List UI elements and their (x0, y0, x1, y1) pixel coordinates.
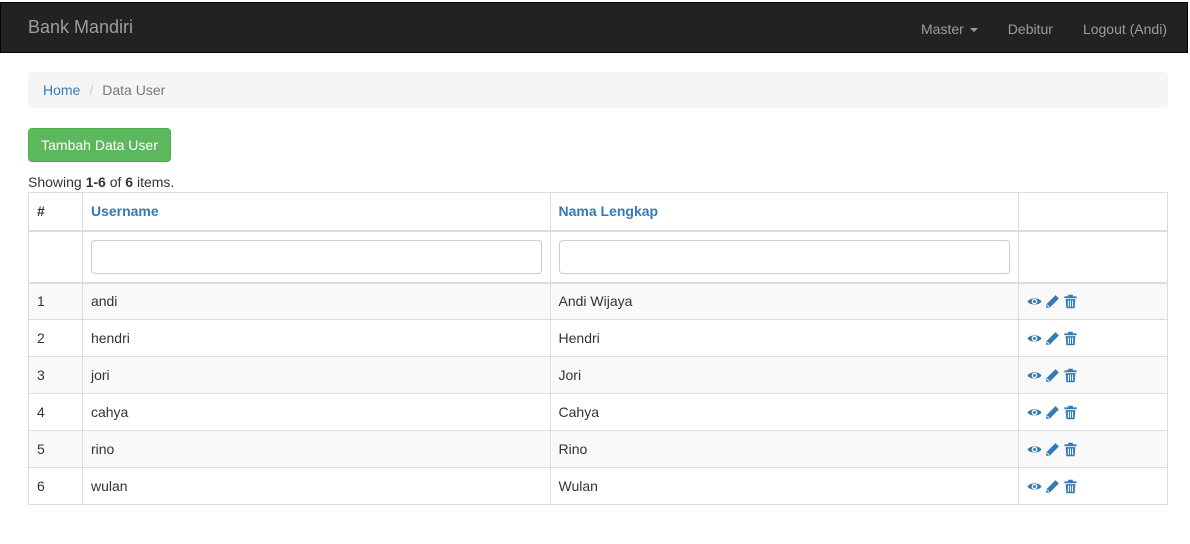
user-table: # Username Nama Lengkap 1 andi Andi Wija… (28, 192, 1168, 505)
column-header-actions (1018, 192, 1168, 232)
summary-prefix: Showing (28, 174, 86, 190)
cell-index: 1 (28, 282, 83, 320)
pencil-icon[interactable] (1045, 442, 1060, 457)
filter-cell-username (81, 230, 551, 284)
table-row: 2 hendri Hendri (28, 319, 1168, 357)
table-body: 1 andi Andi Wijaya 2 hendri Hendri 3 jor… (28, 282, 1168, 505)
caret-down-icon (969, 27, 978, 32)
trash-icon[interactable] (1063, 368, 1078, 383)
fullname-filter-input[interactable] (558, 239, 1011, 274)
nav-item-label: Master (921, 20, 964, 37)
cell-index: 5 (28, 430, 83, 468)
pencil-icon[interactable] (1045, 479, 1060, 494)
column-header-username: Username (81, 192, 551, 232)
table-header-row: # Username Nama Lengkap (28, 192, 1168, 232)
filter-cell-index (28, 230, 83, 284)
cell-actions (1018, 356, 1168, 394)
row-actions (1027, 479, 1159, 494)
top-navbar: Bank Mandiri Master Debitur Logout (Andi… (0, 2, 1188, 53)
grid-summary: Showing 1-6 of 6 items. (28, 174, 174, 190)
cell-fullname: Jori (549, 356, 1020, 394)
cell-actions (1018, 393, 1168, 431)
eye-icon[interactable] (1027, 405, 1042, 420)
nav-item-logout[interactable]: Logout (Andi) (1083, 21, 1167, 37)
trash-icon[interactable] (1063, 479, 1078, 494)
table-row: 6 wulan Wulan (28, 467, 1168, 505)
row-actions (1027, 294, 1159, 309)
cell-index: 6 (28, 467, 83, 505)
filter-cell-actions (1018, 230, 1168, 284)
cell-username: hendri (81, 319, 551, 357)
trash-icon[interactable] (1063, 442, 1078, 457)
eye-icon[interactable] (1027, 368, 1042, 383)
brand-logo[interactable]: Bank Mandiri (28, 17, 133, 38)
cell-fullname: Wulan (549, 467, 1020, 505)
table-row: 3 jori Jori (28, 356, 1168, 394)
summary-mid: of (105, 174, 126, 190)
cell-actions (1018, 430, 1168, 468)
sort-fullname-link[interactable]: Nama Lengkap (559, 203, 659, 219)
cell-index: 4 (28, 393, 83, 431)
cell-username: jori (81, 356, 551, 394)
column-header-fullname: Nama Lengkap (549, 192, 1020, 232)
filter-cell-fullname (549, 230, 1020, 284)
row-actions (1027, 405, 1159, 420)
cell-fullname: Rino (549, 430, 1020, 468)
cell-actions (1018, 282, 1168, 320)
cell-index: 2 (28, 319, 83, 357)
pencil-icon[interactable] (1045, 368, 1060, 383)
table-row: 1 andi Andi Wijaya (28, 282, 1168, 320)
eye-icon[interactable] (1027, 442, 1042, 457)
row-actions (1027, 442, 1159, 457)
cell-username: cahya (81, 393, 551, 431)
username-filter-input[interactable] (90, 239, 542, 274)
pencil-icon[interactable] (1045, 405, 1060, 420)
navbar-menu: Master Debitur Logout (Andi) (891, 3, 1167, 54)
cell-actions (1018, 319, 1168, 357)
summary-total: 6 (125, 174, 134, 190)
breadcrumb-home-link[interactable]: Home (43, 82, 80, 98)
row-actions (1027, 331, 1159, 346)
breadcrumb-separator: / (89, 82, 94, 98)
trash-icon[interactable] (1063, 294, 1078, 309)
cell-username: wulan (81, 467, 551, 505)
sort-username-link[interactable]: Username (91, 203, 159, 219)
trash-icon[interactable] (1063, 331, 1078, 346)
add-user-button[interactable]: Tambah Data User (28, 128, 171, 162)
summary-suffix: items. (133, 174, 175, 190)
eye-icon[interactable] (1027, 331, 1042, 346)
filter-row (28, 230, 1168, 284)
cell-fullname: Cahya (549, 393, 1020, 431)
breadcrumb: Home / Data User (28, 72, 1168, 108)
table-row: 4 cahya Cahya (28, 393, 1168, 431)
cell-actions (1018, 467, 1168, 505)
table-row: 5 rino Rino (28, 430, 1168, 468)
pencil-icon[interactable] (1045, 331, 1060, 346)
pencil-icon[interactable] (1045, 294, 1060, 309)
cell-index: 3 (28, 356, 83, 394)
cell-username: andi (81, 282, 551, 320)
breadcrumb-current: Data User (102, 82, 166, 98)
trash-icon[interactable] (1063, 405, 1078, 420)
column-header-index: # (28, 192, 83, 232)
row-actions (1027, 368, 1159, 383)
cell-fullname: Andi Wijaya (549, 282, 1020, 320)
nav-item-debitur[interactable]: Debitur (1008, 21, 1053, 37)
eye-icon[interactable] (1027, 294, 1042, 309)
cell-fullname: Hendri (549, 319, 1020, 357)
cell-username: rino (81, 430, 551, 468)
nav-item-master[interactable]: Master (921, 21, 978, 37)
eye-icon[interactable] (1027, 479, 1042, 494)
summary-range: 1-6 (85, 174, 106, 190)
